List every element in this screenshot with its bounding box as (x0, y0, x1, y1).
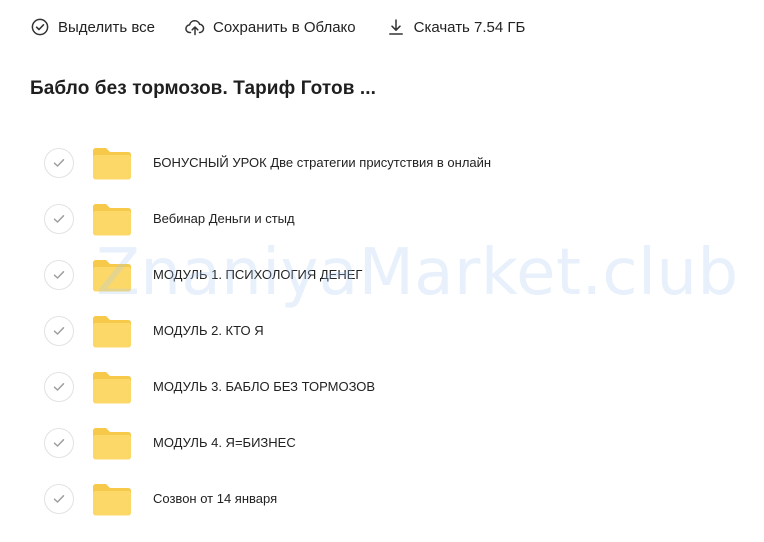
list-item[interactable]: МОДУЛЬ 4. Я=БИЗНЕС (0, 416, 764, 472)
list-item[interactable]: МОДУЛЬ 1. ПСИХОЛОГИЯ ДЕНЕГ (0, 248, 764, 304)
select-checkbox[interactable] (44, 260, 74, 290)
folder-icon (92, 427, 132, 460)
file-browser-page: Выделить все Сохранить в Облако Скачать … (0, 0, 764, 542)
select-checkbox[interactable] (44, 372, 74, 402)
file-name: МОДУЛЬ 3. БАБЛО БЕЗ ТОРМОЗОВ (153, 379, 376, 394)
file-list: БОНУСНЫЙ УРОК Две стратегии присутствия … (0, 136, 764, 528)
folder-icon (92, 259, 132, 292)
file-name: МОДУЛЬ 2. КТО Я (153, 323, 264, 338)
list-item[interactable]: МОДУЛЬ 3. БАБЛО БЕЗ ТОРМОЗОВ (0, 360, 764, 416)
file-name: Вебинар Деньги и стыд (153, 211, 295, 226)
checkmark-icon (53, 159, 65, 167)
file-name: БОНУСНЫЙ УРОК Две стратегии присутствия … (153, 155, 492, 170)
file-name: МОДУЛЬ 1. ПСИХОЛОГИЯ ДЕНЕГ (153, 267, 363, 282)
download-button[interactable]: Скачать 7.54 ГБ (386, 14, 526, 40)
folder-icon (92, 483, 132, 516)
list-item[interactable]: Созвон от 14 января (0, 472, 764, 528)
check-circle-icon (30, 17, 50, 37)
select-checkbox[interactable] (44, 316, 74, 346)
cloud-upload-icon (185, 17, 205, 37)
checkmark-icon (53, 215, 65, 223)
folder-icon (92, 203, 132, 236)
checkmark-icon (53, 439, 65, 447)
folder-title: Бабло без тормозов. Тариф Готов ... (30, 78, 377, 99)
checkmark-icon (53, 327, 65, 335)
folder-icon (92, 371, 132, 404)
download-icon (386, 17, 406, 37)
select-checkbox[interactable] (44, 148, 74, 178)
download-label: Скачать 7.54 ГБ (413, 18, 526, 36)
folder-icon (92, 147, 132, 180)
list-item[interactable]: БОНУСНЫЙ УРОК Две стратегии присутствия … (0, 136, 764, 192)
list-item[interactable]: Вебинар Деньги и стыд (0, 192, 764, 248)
folder-icon (92, 315, 132, 348)
save-to-cloud-button[interactable]: Сохранить в Облако (185, 14, 356, 40)
save-to-cloud-label: Сохранить в Облако (213, 18, 356, 36)
checkmark-icon (53, 271, 65, 279)
checkmark-icon (53, 383, 65, 391)
select-all-label: Выделить все (58, 18, 156, 36)
file-name: МОДУЛЬ 4. Я=БИЗНЕС (153, 435, 296, 450)
select-checkbox[interactable] (44, 484, 74, 514)
select-all-button[interactable]: Выделить все (30, 14, 155, 40)
file-name: Созвон от 14 января (153, 491, 278, 506)
checkmark-icon (53, 495, 65, 503)
list-item[interactable]: МОДУЛЬ 2. КТО Я (0, 304, 764, 360)
select-checkbox[interactable] (44, 204, 74, 234)
toolbar: Выделить все Сохранить в Облако Скачать … (30, 14, 555, 40)
select-checkbox[interactable] (44, 428, 74, 458)
